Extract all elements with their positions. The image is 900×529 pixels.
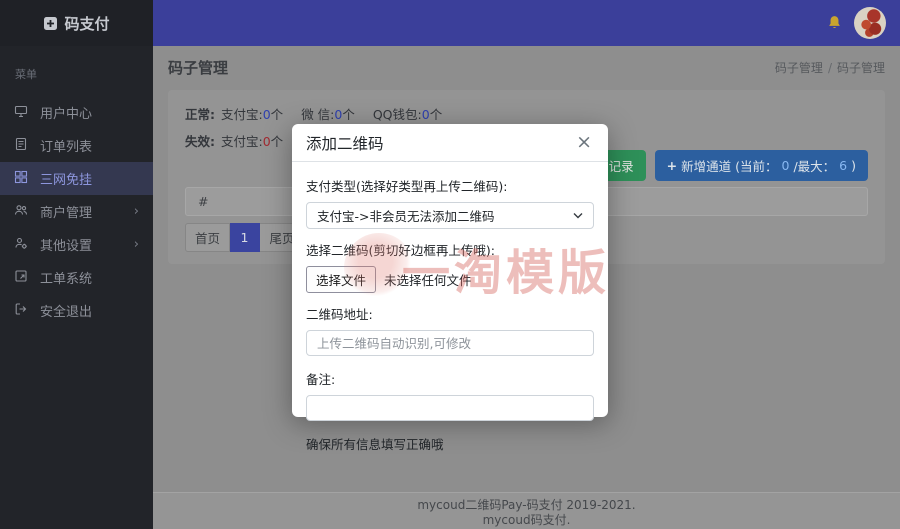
stat-alipay: 支付宝:0个 xyxy=(221,131,283,150)
modal-title: 添加二维码 xyxy=(306,132,384,154)
app-logo[interactable]: 码支付 xyxy=(0,0,153,46)
sidebar-item-label: 用户中心 xyxy=(40,103,92,122)
payment-type-selected-value: 支付宝->非会员无法添加二维码 xyxy=(317,206,495,225)
breadcrumb-separator: / xyxy=(828,61,832,75)
breadcrumb-item-current: 码子管理 xyxy=(837,61,885,75)
footer-line-2: mycoud码支付. xyxy=(153,513,900,528)
sidebar-item-label: 工单系统 xyxy=(40,268,92,287)
stat-alipay: 支付宝:0个 xyxy=(221,104,283,123)
stats-label: 正常: xyxy=(185,104,221,123)
stats-row-normal: 正常: 支付宝:0个 微 信:0个 QQ钱包:0个 xyxy=(185,104,460,123)
sidebar-item-user-center[interactable]: 用户中心 xyxy=(0,96,153,129)
ticket-icon xyxy=(14,269,28,287)
menu-section-label: 菜单 xyxy=(0,46,153,88)
sidebar-item-three-net[interactable]: 三网免挂 xyxy=(0,162,153,195)
file-status-text: 未选择任何文件 xyxy=(384,270,472,289)
pagination: 首页 1 尾页 xyxy=(185,223,305,252)
stats-label: 失效: xyxy=(185,131,221,150)
footer-line-1: mycoud二维码Pay-码支付 2019-2021. xyxy=(153,498,900,513)
sidebar-item-order-list[interactable]: 订单列表 xyxy=(0,129,153,162)
breadcrumb: 码子管理 / 码子管理 xyxy=(775,59,885,76)
modal-body: 支付类型(选择好类型再上传二维码): 支付宝->非会员无法添加二维码 选择二维码… xyxy=(292,162,608,453)
table-header-cell: # xyxy=(198,194,208,209)
sidebar-menu: 用户中心 订单列表 三网免挂 商户管理 › 其他设置 › 工单系统 安全退出 xyxy=(0,96,153,327)
qr-url-label: 二维码地址: xyxy=(306,304,594,323)
file-input-row: 选择文件 未选择任何文件 xyxy=(306,266,594,293)
bell-icon[interactable] xyxy=(827,15,842,35)
monitor-icon xyxy=(14,104,28,122)
qr-url-input[interactable] xyxy=(306,330,594,356)
sidebar-item-ticket-system[interactable]: 工单系统 xyxy=(0,261,153,294)
grid-icon xyxy=(14,170,28,188)
payment-type-label: 支付类型(选择好类型再上传二维码): xyxy=(306,176,594,195)
sidebar-item-merchants[interactable]: 商户管理 › xyxy=(0,195,153,228)
topbar xyxy=(153,0,900,46)
stat-wechat: 微 信:0个 xyxy=(301,104,355,123)
page-head: 码子管理 码子管理 / 码子管理 xyxy=(168,57,885,78)
remark-input[interactable] xyxy=(306,395,594,421)
modal-header: 添加二维码 × xyxy=(292,124,608,162)
sidebar-item-logout[interactable]: 安全退出 xyxy=(0,294,153,327)
sidebar-item-label: 订单列表 xyxy=(40,136,92,155)
users-icon xyxy=(14,203,28,221)
logo-plus-square-icon xyxy=(43,16,58,31)
footer: mycoud二维码Pay-码支付 2019-2021. mycoud码支付. xyxy=(153,492,900,529)
add-qr-modal: 添加二维码 × 支付类型(选择好类型再上传二维码): 支付宝->非会员无法添加二… xyxy=(292,124,608,417)
sidebar-item-label: 其他设置 xyxy=(40,235,92,254)
chevron-down-icon xyxy=(573,212,583,219)
chevron-right-icon: › xyxy=(134,237,139,252)
qr-file-label: 选择二维码(剪切好边框再上传哦): xyxy=(306,240,594,259)
choose-file-button[interactable]: 选择文件 xyxy=(306,266,376,293)
sidebar: 码支付 菜单 用户中心 订单列表 三网免挂 商户管理 › 其他设置 › 工单系统 xyxy=(0,0,153,529)
pagination-first[interactable]: 首页 xyxy=(185,223,230,252)
remark-label: 备注: xyxy=(306,369,594,388)
close-icon[interactable]: × xyxy=(574,133,594,152)
avatar[interactable] xyxy=(854,7,886,39)
document-icon xyxy=(14,137,28,155)
modal-note: 确保所有信息填写正确哦 xyxy=(306,434,594,453)
plus-icon: + xyxy=(667,158,677,173)
breadcrumb-item[interactable]: 码子管理 xyxy=(775,61,823,75)
sidebar-item-other-settings[interactable]: 其他设置 › xyxy=(0,228,153,261)
pagination-page-1[interactable]: 1 xyxy=(230,223,260,252)
user-gear-icon xyxy=(14,236,28,254)
payment-type-select[interactable]: 支付宝->非会员无法添加二维码 xyxy=(306,202,594,229)
chevron-right-icon: › xyxy=(134,204,139,219)
sidebar-item-label: 三网免挂 xyxy=(40,169,92,188)
add-channel-button[interactable]: +新增通道 (当前：0/最大：6) xyxy=(655,150,868,181)
page-title: 码子管理 xyxy=(168,57,228,78)
stat-qq-wallet: QQ钱包:0个 xyxy=(373,104,442,123)
sidebar-item-label: 安全退出 xyxy=(40,301,92,320)
app-title: 码支付 xyxy=(64,13,109,34)
sidebar-item-label: 商户管理 xyxy=(40,202,92,221)
logout-icon xyxy=(14,302,28,320)
